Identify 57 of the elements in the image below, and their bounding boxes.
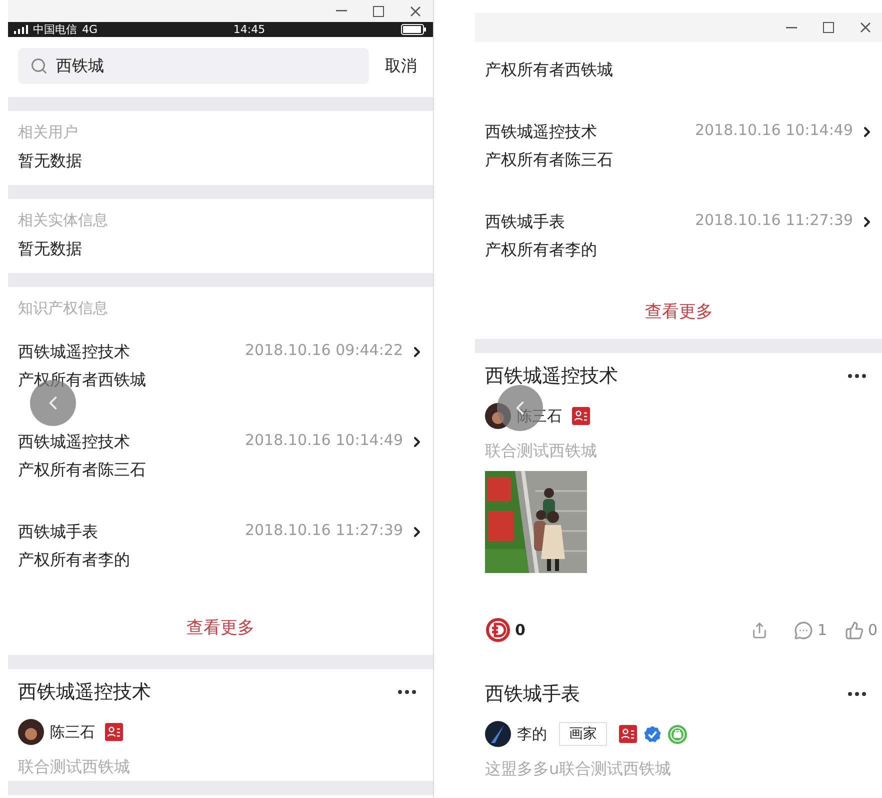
patent-owner: 产权所有者陈三石	[485, 149, 614, 171]
patent-date: 2018.10.16 10:14:49	[244, 430, 403, 451]
close-icon[interactable]	[410, 6, 421, 16]
network-type: 4G	[82, 22, 98, 37]
patent-owner: 产权所有者西铁城	[18, 369, 147, 391]
patent-date: 2018.10.16 09:44:22	[244, 340, 403, 361]
patent-date: 2018.10.16 11:27:39	[694, 210, 853, 231]
section-title: 知识产权信息	[18, 298, 109, 319]
id-card-icon	[572, 407, 590, 425]
close-icon[interactable]	[860, 22, 871, 33]
signal-icon	[14, 25, 28, 34]
more-icon[interactable]	[397, 689, 417, 695]
more-icon[interactable]	[847, 373, 867, 379]
view-more-link[interactable]: 查看更多	[645, 300, 713, 323]
patent-owner: 产权所有者西铁城	[485, 59, 614, 81]
section-title: 相关实体信息	[18, 210, 109, 231]
avatar	[18, 719, 44, 745]
author-tag: 画家	[559, 722, 607, 746]
maximize-icon[interactable]	[373, 6, 384, 16]
verified-icon	[643, 724, 662, 744]
patent-owner: 产权所有者陈三石	[18, 459, 147, 481]
empty-message: 暂无数据	[18, 150, 83, 172]
search-field[interactable]: 西铁城	[18, 48, 369, 84]
minimize-icon[interactable]	[336, 10, 347, 12]
post-text: 联合测试西铁城	[484, 440, 598, 462]
author-name[interactable]: 陈三石	[50, 722, 95, 742]
post-text: 联合测试西铁城	[17, 756, 131, 778]
bag-icon	[668, 724, 687, 744]
view-more-link[interactable]: 查看更多	[186, 616, 254, 639]
id-card-icon	[619, 725, 637, 743]
patent-title: 西铁城遥控技术	[18, 431, 131, 453]
post-title: 西铁城遥控技术	[485, 364, 618, 389]
post-title: 西铁城手表	[485, 682, 580, 707]
section-title: 相关用户	[18, 122, 79, 143]
patent-date: 2018.10.16 10:14:49	[694, 120, 853, 141]
author-name[interactable]: 李的	[517, 724, 547, 744]
carrier-name: 中国电信	[33, 22, 77, 37]
status-time: 14:45	[233, 22, 266, 37]
search-icon	[30, 57, 48, 75]
post-text: 这盟多多u联合测试西铁城	[484, 758, 672, 780]
post-title: 西铁城遥控技术	[18, 680, 151, 705]
share-icon[interactable]	[751, 622, 768, 638]
patent-title: 西铁城手表	[485, 211, 566, 233]
avatar	[485, 721, 511, 747]
empty-message: 暂无数据	[18, 238, 83, 260]
cancel-button[interactable]: 取消	[385, 56, 417, 76]
more-icon[interactable]	[847, 691, 867, 697]
patent-title: 西铁城遥控技术	[18, 341, 131, 363]
id-card-icon	[105, 723, 123, 741]
patent-owner: 产权所有者李的	[18, 549, 131, 571]
maximize-icon[interactable]	[823, 22, 834, 33]
patent-title: 西铁城遥控技术	[485, 121, 598, 143]
patent-title: 西铁城手表	[18, 521, 99, 543]
patent-owner: 产权所有者李的	[485, 239, 598, 261]
battery-icon	[400, 24, 427, 35]
patent-date: 2018.10.16 11:27:39	[244, 520, 403, 541]
minimize-icon[interactable]	[786, 26, 797, 28]
